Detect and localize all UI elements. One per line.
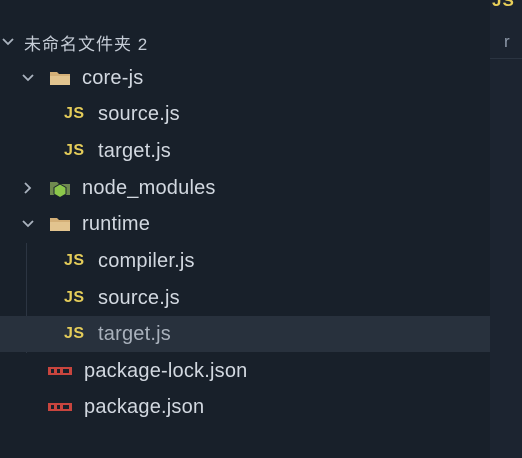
tree-item-runtime[interactable]: runtime (0, 206, 490, 242)
tree-item-label: target.js (98, 322, 171, 345)
js-file-icon: JS (64, 252, 85, 269)
root-folder-row[interactable]: 未命名文件夹 2 (0, 24, 490, 60)
tree-item-label: compiler.js (98, 249, 195, 272)
tree-item-source-js[interactable]: JS source.js (0, 280, 490, 316)
js-file-icon: JS (64, 142, 85, 159)
editor-area: JS r (490, 0, 522, 458)
npm-icon (48, 366, 72, 376)
js-file-icon: JS (64, 105, 85, 122)
chevron-down-icon[interactable] (0, 34, 16, 50)
tree-item-label: source.js (98, 102, 180, 125)
tree-item-label: target.js (98, 139, 171, 162)
tree-item-source-js[interactable]: JS source.js (0, 96, 490, 132)
tree-item-label: package.json (84, 395, 205, 418)
tree-item-label: source.js (98, 286, 180, 309)
editor-tab-divider (490, 58, 522, 59)
chevron-right-icon[interactable] (20, 180, 36, 196)
tree-item-package-json[interactable]: package.json (0, 389, 490, 425)
explorer-panel: · · · · · · 未命名文件夹 2 core-js JS source.j… (0, 0, 490, 458)
npm-icon (48, 402, 72, 412)
editor-text-fragment: r (504, 32, 510, 51)
folder-open-icon (48, 68, 72, 88)
js-file-icon: JS (64, 289, 85, 306)
tree-item-label: runtime (82, 212, 151, 235)
tree-item-package-lock-json[interactable]: package-lock.json (0, 353, 490, 389)
tree-item-label: node_modules (82, 176, 216, 199)
tree-item-node-modules[interactable]: node_modules (0, 170, 490, 206)
folder-open-icon (48, 214, 72, 234)
tree-item-core-js[interactable]: core-js (0, 60, 490, 96)
root-folder-label: 未命名文件夹 2 (24, 34, 149, 54)
node-folder-icon (48, 178, 72, 198)
tree-item-label: core-js (82, 66, 144, 89)
js-file-icon: JS (64, 325, 85, 342)
tree-item-target-js-selected[interactable]: JS target.js (0, 316, 490, 352)
editor-tab-js-icon[interactable]: JS (490, 0, 522, 12)
tree-item-target-js[interactable]: JS target.js (0, 133, 490, 169)
chevron-down-icon[interactable] (20, 70, 36, 86)
tree-item-label: package-lock.json (84, 359, 248, 382)
chevron-down-icon[interactable] (20, 216, 36, 232)
tree-item-compiler-js[interactable]: JS compiler.js (0, 243, 490, 279)
clipped-section-header: · · · · · · (22, 0, 102, 6)
